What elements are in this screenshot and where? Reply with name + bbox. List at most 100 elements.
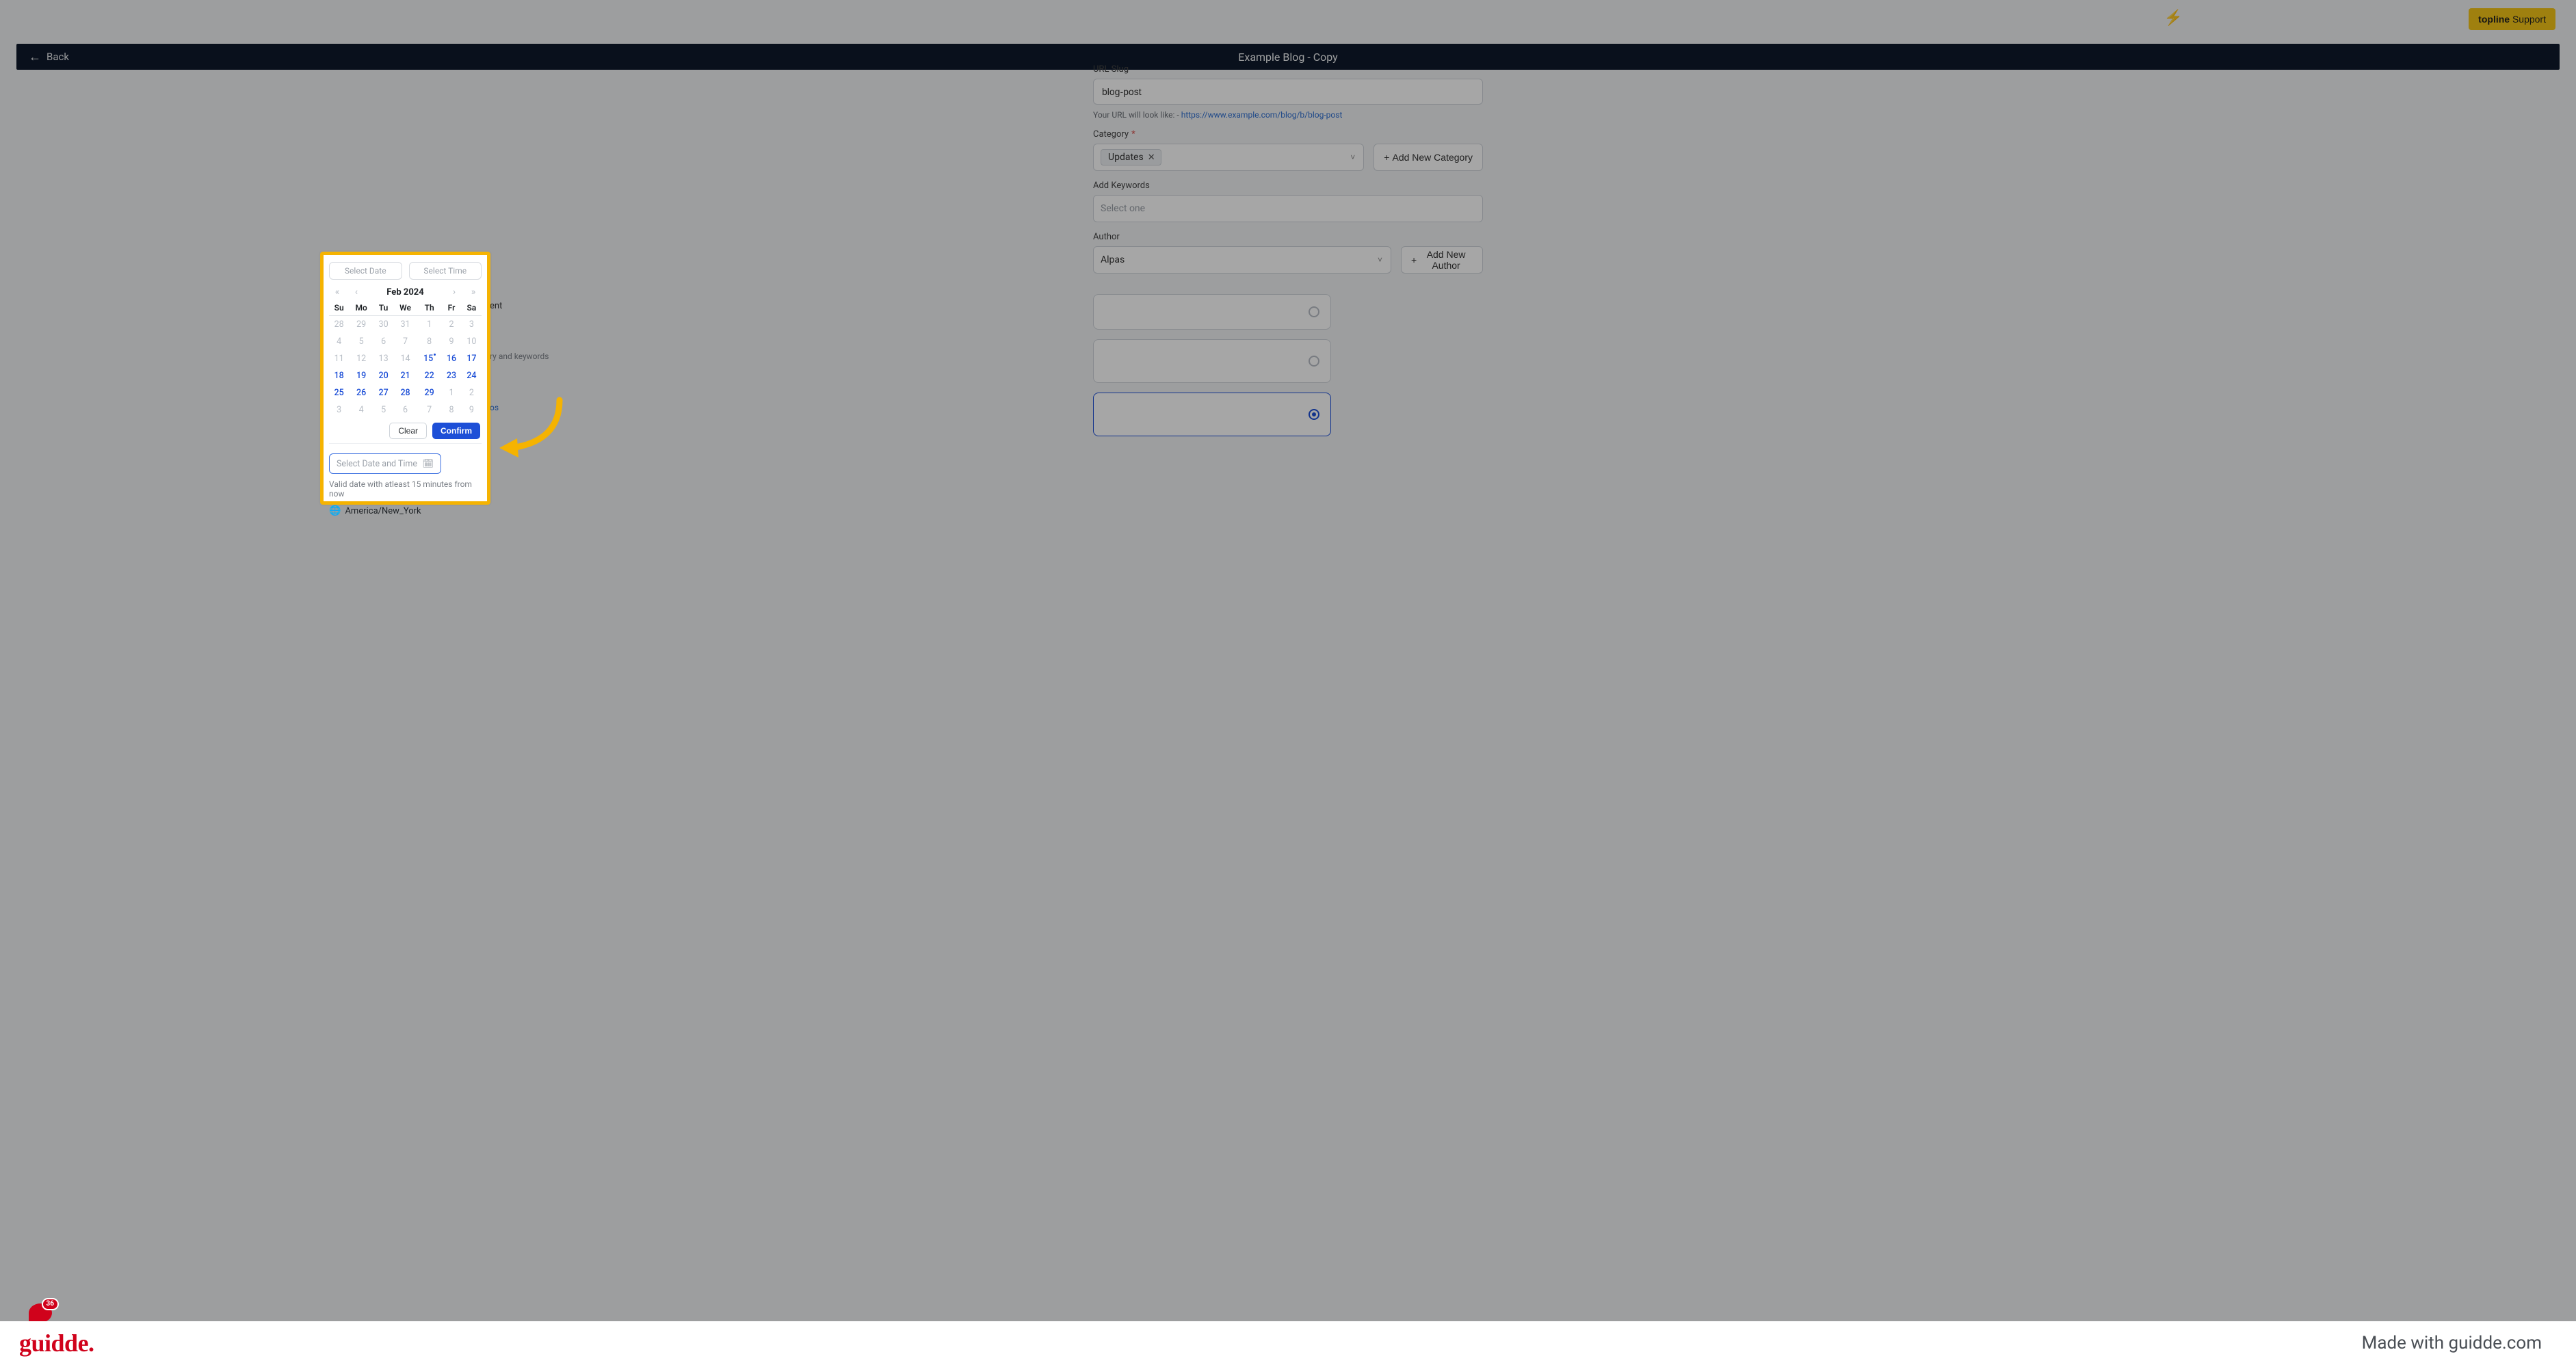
calendar-day: 12 <box>349 350 373 367</box>
plus-icon: + <box>1384 152 1389 163</box>
add-author-label: Add New Author <box>1419 249 1473 271</box>
radio-option-3-selected[interactable] <box>1093 393 1331 436</box>
add-author-button[interactable]: +Add New Author <box>1401 246 1483 274</box>
valid-note: Valid date with atleast 15 minutes from … <box>329 479 482 499</box>
add-category-button[interactable]: +Add New Category <box>1374 144 1483 171</box>
calendar-day[interactable]: 19 <box>349 367 373 384</box>
calendar-dow: Tu <box>373 300 393 316</box>
calendar-day: 7 <box>417 401 441 419</box>
calendar-day: 6 <box>373 333 393 350</box>
chevron-down-icon: ˅ <box>1350 153 1355 162</box>
calendar-day[interactable]: 29 <box>417 384 441 401</box>
author-value: Alpas <box>1101 254 1125 265</box>
calendar-dow: We <box>393 300 417 316</box>
radio1-fragment: ent <box>490 301 502 311</box>
calendar-day[interactable]: 18 <box>329 367 349 384</box>
calendar-icon: 🗓 <box>422 459 434 469</box>
radio-icon <box>1309 356 1319 367</box>
radio-icon <box>1309 409 1319 420</box>
calendar-day: 2 <box>441 316 461 334</box>
support-label-rest: Support <box>2510 14 2546 25</box>
calendar-nav: « ‹ Feb 2024 › » <box>329 284 482 299</box>
calendar-day: 14 <box>393 350 417 367</box>
author-label: Author <box>1093 232 1483 242</box>
calendar-day: 10 <box>462 333 482 350</box>
calendar-day[interactable]: 15 <box>417 350 441 367</box>
category-select[interactable]: Updates ✕ ˅ <box>1093 144 1364 171</box>
category-chip-label: Updates <box>1108 152 1144 163</box>
add-category-label: Add New Category <box>1392 152 1473 163</box>
calendar-day: 7 <box>393 333 417 350</box>
calendar-day: 9 <box>462 401 482 419</box>
timezone-row: 🌐 America/New_York <box>329 505 482 516</box>
calendar-day: 2 <box>462 384 482 401</box>
calendar-day: 11 <box>329 350 349 367</box>
support-label-bold: topline <box>2478 14 2510 25</box>
calendar-day[interactable]: 17 <box>462 350 482 367</box>
select-date-pill[interactable]: Select Date <box>329 262 402 280</box>
datetime-input[interactable]: Select Date and Time 🗓 <box>329 453 441 474</box>
category-label: Category* <box>1093 129 1483 140</box>
calendar-day[interactable]: 22 <box>417 367 441 384</box>
bolt-icon: ⚡ <box>2164 10 2183 27</box>
calendar-day: 8 <box>417 333 441 350</box>
confirm-button[interactable]: Confirm <box>432 423 480 439</box>
chat-count-badge: 36 <box>42 1298 59 1310</box>
url-help: Your URL will look like: - https://www.e… <box>1093 110 1483 120</box>
datepicker-panel: Select Date Select Time « ‹ Feb 2024 › »… <box>320 252 490 505</box>
datetime-placeholder: Select Date and Time <box>337 459 417 469</box>
calendar-day: 28 <box>329 316 349 334</box>
radio-option-2[interactable] <box>1093 339 1331 383</box>
calendar-day: 4 <box>329 333 349 350</box>
calendar-dow: Su <box>329 300 349 316</box>
calendar-day: 9 <box>441 333 461 350</box>
select-time-pill[interactable]: Select Time <box>409 262 482 280</box>
url-help-link[interactable]: https://www.example.com/blog/b/blog-post <box>1181 110 1343 120</box>
prev-month-icon[interactable]: ‹ <box>351 287 362 297</box>
support-button[interactable]: topline Support <box>2469 8 2555 30</box>
calendar-day: 30 <box>373 316 393 334</box>
author-select[interactable]: Alpas ˅ <box>1093 246 1391 274</box>
calendar-day[interactable]: 21 <box>393 367 417 384</box>
guide-arrow-icon <box>491 386 573 468</box>
calendar-day: 5 <box>373 401 393 419</box>
chat-widget[interactable]: 36 <box>29 1303 52 1323</box>
calendar-month-title: Feb 2024 <box>386 287 423 297</box>
chevron-down-icon: ˅ <box>1378 255 1382 265</box>
calendar-day: 29 <box>349 316 373 334</box>
calendar-day[interactable]: 26 <box>349 384 373 401</box>
calendar-dow: Sa <box>462 300 482 316</box>
keywords-placeholder: Select one <box>1101 203 1145 214</box>
url-slug-input[interactable] <box>1093 79 1483 105</box>
clear-button[interactable]: Clear <box>389 423 427 439</box>
category-chip: Updates ✕ <box>1101 149 1161 165</box>
calendar-day: 1 <box>441 384 461 401</box>
radio2-fragment: ry and keywords <box>490 352 549 361</box>
made-with-label: Made with guidde.com <box>2362 1333 2542 1353</box>
calendar-day: 13 <box>373 350 393 367</box>
calendar-dow: Th <box>417 300 441 316</box>
url-slug-label: URL Slug <box>1093 64 1483 75</box>
keywords-select[interactable]: Select one <box>1093 195 1483 222</box>
footer-bar: guidde. Made with guidde.com <box>0 1321 2576 1365</box>
calendar-day[interactable]: 23 <box>441 367 461 384</box>
calendar-day[interactable]: 25 <box>329 384 349 401</box>
keywords-label: Add Keywords <box>1093 181 1483 191</box>
brand-logo: guidde. <box>19 1329 94 1357</box>
calendar-day: 6 <box>393 401 417 419</box>
calendar-day: 3 <box>462 316 482 334</box>
calendar-day: 3 <box>329 401 349 419</box>
calendar-dow: Mo <box>349 300 373 316</box>
calendar-day[interactable]: 27 <box>373 384 393 401</box>
prev-year-icon[interactable]: « <box>332 287 343 297</box>
calendar-day[interactable]: 20 <box>373 367 393 384</box>
calendar-day[interactable]: 16 <box>441 350 461 367</box>
plus-icon: + <box>1411 254 1417 265</box>
calendar-day[interactable]: 24 <box>462 367 482 384</box>
radio-option-1[interactable] <box>1093 294 1331 330</box>
next-year-icon[interactable]: » <box>468 287 479 297</box>
chip-remove-icon[interactable]: ✕ <box>1148 153 1155 163</box>
calendar-day[interactable]: 28 <box>393 384 417 401</box>
top-strip: ⚡ topline Support <box>0 0 2576 41</box>
next-month-icon[interactable]: › <box>449 287 460 297</box>
